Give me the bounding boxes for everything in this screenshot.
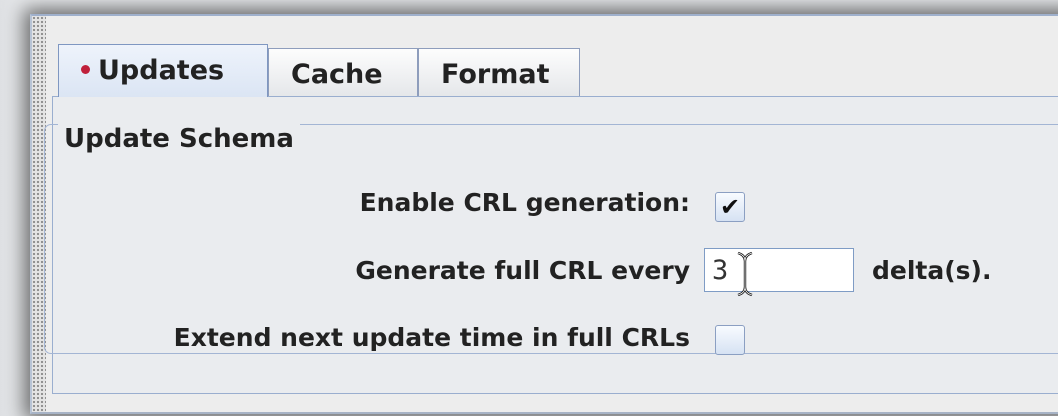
tab-format-label: Format	[441, 59, 550, 90]
full-crl-interval-value: 3	[712, 255, 729, 286]
extend-next-update-label: Extend next update time in full CRLs	[173, 323, 690, 352]
extend-next-update-checkbox[interactable]	[715, 325, 745, 355]
tab-updates-label: Updates	[98, 55, 225, 86]
full-crl-interval-input[interactable]: 3	[704, 248, 854, 292]
text-cursor-icon	[737, 251, 753, 297]
tab-cache-label: Cache	[291, 59, 383, 90]
tab-format[interactable]: Format	[418, 48, 580, 96]
tab-updates[interactable]: Updates	[58, 44, 268, 97]
group-title: Update Schema	[58, 124, 300, 154]
enable-crl-label: Enable CRL generation:	[359, 188, 690, 217]
active-tab-indicator-icon	[81, 65, 90, 74]
checkmark-icon: ✔	[719, 193, 741, 221]
full-crl-label: Generate full CRL every	[355, 256, 690, 285]
delta-suffix-label: delta(s).	[872, 256, 992, 285]
tab-cache[interactable]: Cache	[268, 48, 418, 96]
enable-crl-checkbox[interactable]: ✔	[715, 192, 745, 222]
update-schema-group	[44, 124, 1058, 354]
